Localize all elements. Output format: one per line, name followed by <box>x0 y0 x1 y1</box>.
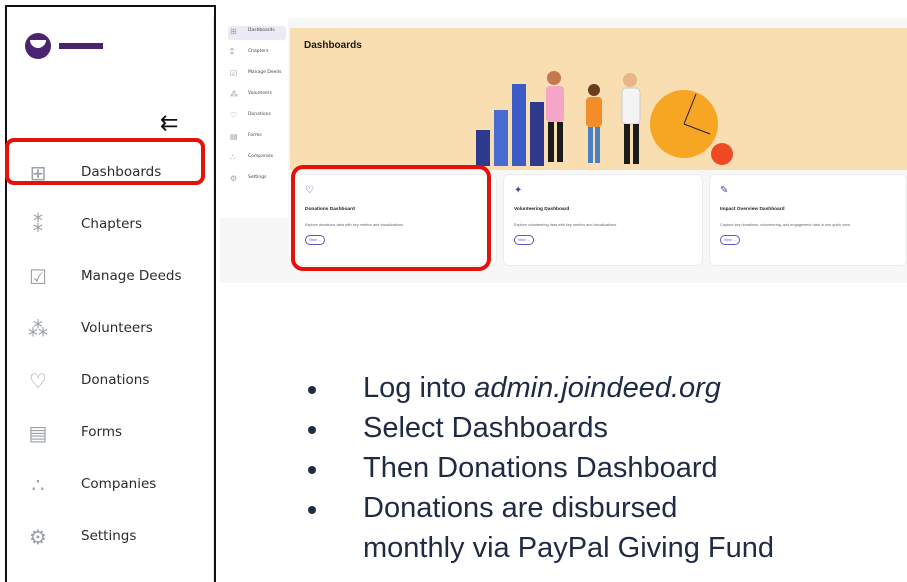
mini-nav-manage-deeds[interactable]: ☑ Manage Deeds <box>228 68 286 82</box>
sidebar-item-label: Volunteers <box>81 320 153 336</box>
sidebar-item-label: Donations <box>81 372 150 388</box>
mini-nav-chapters[interactable]: ⁑ Chapters <box>228 47 286 61</box>
instruction-text: Select Dashboards <box>363 412 609 444</box>
sidebar-item-label: Settings <box>81 528 137 544</box>
volunteering-dashboard-card[interactable]: ✦ Volunteering Dashboard Explore volunte… <box>503 174 703 266</box>
mini-sidebar: ⊞ Dashboards ⁑ Chapters ☑ Manage Deeds ⁂… <box>220 18 288 218</box>
view-button[interactable]: View → <box>514 235 534 245</box>
companies-icon: ∴ <box>31 473 45 497</box>
volunteer-heart-icon: ✦ <box>514 185 523 196</box>
chapters-icon: ⁑ <box>33 213 43 237</box>
instruction-item-continued: monthly via PayPal Giving Fund <box>300 532 907 572</box>
calendar-check-icon: ☑ <box>230 69 238 78</box>
settings-gear-icon: ⚙ <box>230 174 238 183</box>
forms-icon: ▤ <box>230 132 238 141</box>
sidebar-item-label: Manage Deeds <box>81 268 182 284</box>
sidebar-item-label: Companies <box>81 476 157 492</box>
sidebar-item-companies[interactable]: ∴ Companies <box>7 462 212 510</box>
mini-nav-dashboards[interactable]: ⊞ Dashboards <box>228 26 286 40</box>
instructions-list: Log into admin.joindeed.org Select Dashb… <box>300 372 907 582</box>
dashboards-banner: Dashboards <box>290 28 907 170</box>
sidebar-item-label: Chapters <box>81 216 143 232</box>
mini-nav-forms[interactable]: ▤ Forms <box>228 131 286 145</box>
mini-nav-volunteers[interactable]: ⁂ Volunteers <box>228 89 286 103</box>
impact-overview-dashboard-card[interactable]: ✎ Impact Overview Dashboard Capture key … <box>709 174 907 266</box>
logo-mark <box>25 33 51 59</box>
card-title: Impact Overview Dashboard <box>720 207 785 212</box>
mini-nav-companies[interactable]: ∴ Companies <box>228 152 286 166</box>
card-description: Capture key donations, volunteering, and… <box>720 223 851 227</box>
donation-hand-icon: ♡ <box>230 111 238 120</box>
settings-gear-icon: ⚙ <box>29 525 47 549</box>
companies-icon: ∴ <box>230 153 236 162</box>
instruction-text: monthly via PayPal Giving Fund <box>363 532 775 564</box>
sidebar-item-manage-deeds[interactable]: ☑ Manage Deeds <box>7 254 212 302</box>
instruction-item: Select Dashboards <box>300 412 907 452</box>
dashboards-highlight-box <box>5 138 205 185</box>
joindeed-logo[interactable] <box>25 33 105 59</box>
admin-site-url: admin.joindeed.org <box>474 372 721 404</box>
card-description: Explore volunteering data with key metri… <box>514 223 618 227</box>
chapters-icon: ⁑ <box>230 48 234 57</box>
instruction-text: Log into <box>363 372 475 404</box>
donations-card-highlight-box <box>291 165 491 271</box>
sidebar-item-donations[interactable]: ♡ Donations <box>7 358 212 406</box>
sidebar-item-label: Forms <box>81 424 123 440</box>
bullet-dot <box>308 466 316 474</box>
donation-hand-icon: ♡ <box>29 369 47 393</box>
megaphone-icon: ✎ <box>720 185 729 196</box>
instruction-text: Then Donations Dashboard <box>363 452 718 484</box>
volunteers-icon: ⁂ <box>28 317 48 341</box>
dashboard-icon: ⊞ <box>230 27 237 36</box>
bullet-dot <box>308 426 316 434</box>
instruction-text: Donations are disbursed <box>363 492 678 524</box>
calendar-check-icon: ☑ <box>29 265 47 289</box>
sidebar: ⇇ ⊞ Dashboards ⁑ Chapters ☑ Manage Deeds… <box>5 5 216 582</box>
card-title: Volunteering Dashboard <box>514 207 570 212</box>
mini-nav-settings[interactable]: ⚙ Settings <box>228 173 286 187</box>
bullet-dot <box>308 506 316 514</box>
banner-illustration <box>476 71 733 166</box>
sidebar-item-volunteers[interactable]: ⁂ Volunteers <box>7 306 212 354</box>
bullet-dot <box>308 386 316 394</box>
sidebar-divider <box>213 17 214 582</box>
sidebar-item-chapters[interactable]: ⁑ Chapters <box>7 202 212 250</box>
view-button[interactable]: View → <box>720 235 740 245</box>
sidebar-item-forms[interactable]: ▤ Forms <box>7 410 212 458</box>
mini-nav-donations[interactable]: ♡ Donations <box>228 110 286 124</box>
instruction-item: Log into admin.joindeed.org <box>300 372 907 412</box>
instruction-item: Donations are disbursed <box>300 492 907 532</box>
forms-icon: ▤ <box>28 421 48 445</box>
logo-bar <box>59 43 103 49</box>
volunteers-icon: ⁂ <box>230 90 238 99</box>
sidebar-item-settings[interactable]: ⚙ Settings <box>7 514 212 562</box>
collapse-sidebar-icon[interactable]: ⇇ <box>160 111 178 136</box>
instruction-item: Then Donations Dashboard <box>300 452 907 492</box>
